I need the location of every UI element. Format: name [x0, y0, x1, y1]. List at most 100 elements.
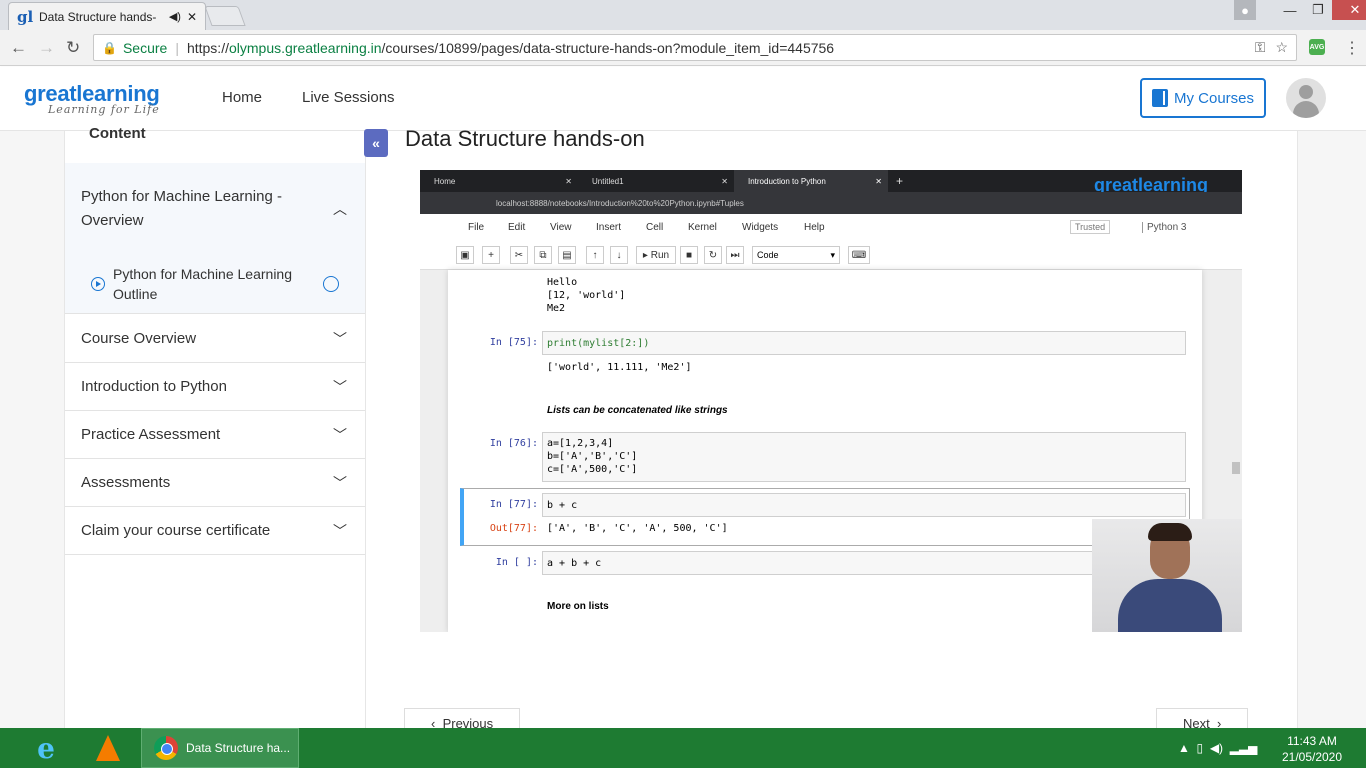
run-label: Run [650, 249, 670, 261]
code-cell: b + c [542, 493, 1186, 517]
my-courses-button[interactable]: My Courses [1140, 78, 1266, 118]
taskbar-chrome-window[interactable]: Data Structure ha... [141, 728, 299, 768]
sidebar-section-label: Claim your course certificate [81, 521, 271, 539]
new-tab-button[interactable] [204, 6, 246, 26]
sidebar-section-practice-assessment[interactable]: Practice Assessment ﹀ [65, 411, 365, 459]
jupyter-menu-item: File [468, 222, 485, 233]
code-line: b + c [547, 500, 578, 511]
keyboard-icon: ⌨ [848, 246, 870, 264]
output-line: Me2 [547, 303, 566, 314]
back-arrow-icon[interactable]: ← [10, 38, 27, 58]
secure-label: Secure [122, 39, 168, 56]
chevron-down-icon[interactable]: ﹀ [325, 377, 355, 397]
jupyter-menu-item: Insert [596, 222, 622, 233]
sidebar-section-label: Practice Assessment [81, 425, 221, 443]
add-cell-icon: + [482, 246, 500, 264]
taskbar-clock[interactable]: 11:43 AM 21/05/2020 [1280, 733, 1344, 765]
sidebar-section-overview[interactable]: Python for Machine Learning - Overview ︿ [65, 163, 365, 254]
out-prompt: Out[77]: [489, 523, 538, 534]
key-icon[interactable]: ⚿ [1255, 39, 1266, 56]
windows-taskbar: e Data Structure ha... ▲ ▯ ◀) ▂▃▅ 11:43 … [0, 728, 1366, 768]
trusted-badge: Trusted [1070, 220, 1111, 234]
code-line: print(mylist[2:]) [547, 338, 650, 349]
vlc-icon[interactable] [88, 732, 128, 764]
video-tab-home: Home ✕ [420, 170, 578, 192]
play-circle-icon [91, 276, 105, 291]
instructor-webcam [1092, 519, 1242, 632]
video-tab-intro-python: Introduction to Python ✕ [734, 170, 888, 192]
close-icon: ✕ [721, 176, 728, 186]
close-tab-icon[interactable]: ✕ [187, 10, 197, 24]
sidebar-subitem-label: Python for Machine Learning Outline [113, 265, 292, 302]
url-input[interactable]: 🔒 Secure | https://olympus.greatlearning… [93, 34, 1297, 61]
url-separator: | [175, 39, 179, 56]
in-prompt: In [77]: [489, 499, 538, 510]
chevron-down-icon[interactable]: ﹀ [325, 425, 355, 445]
caret-down-icon: ▾ [830, 250, 835, 260]
book-icon [1151, 89, 1168, 107]
sidebar-section-assessments[interactable]: Assessments ﹀ [65, 459, 365, 507]
browser-tab-title: Data Structure hands- [39, 9, 157, 24]
video-tab-label: Untitled1 [592, 176, 624, 186]
output-line: ['world', 11.111, 'Me2'] [547, 362, 692, 373]
markdown-text: Lists can be concatenated like strings [547, 405, 728, 416]
jupyter-menu-item: Edit [508, 222, 526, 233]
avatar-body [1293, 101, 1319, 118]
internet-explorer-icon[interactable]: e [26, 732, 66, 765]
sidebar-section-label: Introduction to Python [81, 377, 227, 395]
jupyter-menu-item: Cell [646, 222, 664, 233]
move-down-icon: ↓ [610, 246, 628, 264]
jupyter-menu-item: Kernel [688, 222, 717, 233]
output-line: Hello [547, 277, 578, 288]
forward-arrow-icon[interactable]: → [38, 38, 55, 58]
chevron-down-icon[interactable]: ﹀ [325, 521, 355, 541]
chevron-up-icon[interactable]: ︿ [325, 199, 355, 219]
bookmark-star-icon[interactable]: ☆ [1275, 39, 1288, 56]
cell-type-select: Code ▾ [752, 246, 840, 264]
sidebar-section-course-overview[interactable]: Course Overview ﹀ [65, 315, 365, 363]
avatar[interactable] [1286, 78, 1326, 118]
plus-icon: + [896, 174, 904, 188]
cell-type-value: Code [757, 250, 779, 260]
code-line: a=[1,2,3,4] [547, 438, 614, 449]
browser-menu-icon[interactable]: ⋮ [1344, 38, 1360, 58]
system-tray[interactable]: ▲ ▯ ◀) ▂▃▅ [1178, 741, 1257, 755]
minimize-icon[interactable]: — [1276, 0, 1304, 20]
maximize-icon[interactable]: ❐ [1304, 0, 1332, 20]
video-tab-untitled: Untitled1 ✕ [578, 170, 734, 192]
reload-icon[interactable]: ↻ [66, 38, 80, 58]
video-browser-tabs: Home ✕ Untitled1 ✕ Introduction to Python ✕… [420, 170, 1242, 195]
code-line: c=['A',500,'C'] [547, 464, 638, 475]
url-text: https://olympus.greatlearning.in/courses… [187, 40, 1245, 56]
user-profile-icon[interactable]: ● [1234, 0, 1256, 20]
nav-home[interactable]: Home [222, 89, 262, 106]
in-prompt: In [ ]: [495, 557, 538, 568]
completion-circle-icon [323, 275, 339, 292]
speaker-icon[interactable]: ◀) [169, 10, 181, 23]
sidebar-subitem-outline[interactable]: Python for Machine Learning Outline [65, 254, 365, 314]
chevron-down-icon[interactable]: ﹀ [325, 473, 355, 493]
code-line: a + b + c [547, 558, 602, 569]
sidebar-section-label: Assessments [81, 473, 171, 491]
in-prompt: In [76]: [489, 438, 538, 449]
my-courses-label: My Courses [1173, 89, 1255, 107]
main-content: Data Structure hands-on Home ✕ Untitled1 ✕… [366, 126, 1298, 738]
video-player[interactable]: Home ✕ Untitled1 ✕ Introduction to Python ✕… [420, 170, 1242, 632]
output-line: ['A', 'B', 'C', 'A', 500, 'C'] [547, 523, 728, 534]
nav-live-sessions[interactable]: Live Sessions [302, 89, 395, 106]
address-bar-row: ← → ↻ 🔒 Secure | https://olympus.greatle… [0, 30, 1366, 66]
sidebar-section-certificate[interactable]: Claim your course certificate ﹀ [65, 507, 365, 555]
avg-extension-icon[interactable]: AVG [1309, 39, 1325, 55]
sidebar-section-intro-python[interactable]: Introduction to Python ﹀ [65, 363, 365, 411]
move-up-icon: ↑ [586, 246, 604, 264]
course-content-sidebar: Content Python for Machine Learning - Ov… [64, 125, 366, 728]
jupyter-menu-item: View [550, 222, 572, 233]
window-close-icon[interactable]: ✕ [1332, 0, 1366, 20]
cut-icon: ✂ [510, 246, 528, 264]
window-controls: ● — ❐ ✕ [1234, 0, 1366, 20]
collapse-sidebar-button[interactable]: « [364, 129, 388, 157]
browser-tab[interactable]: gl Data Structure hands- ◀) ✕ [8, 2, 206, 30]
great-learning-logo[interactable]: greatlearning Learning for Life [24, 81, 160, 116]
chevron-down-icon[interactable]: ﹀ [325, 329, 355, 349]
clock-date: 21/05/2020 [1281, 750, 1343, 764]
